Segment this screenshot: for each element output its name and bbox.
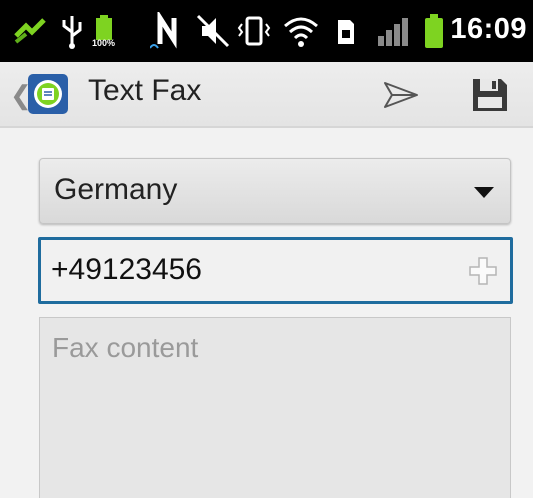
fax-app-icon[interactable] [26,72,70,116]
save-icon[interactable] [470,76,510,114]
mute-icon [196,14,230,48]
fax-content-input[interactable] [52,332,492,482]
clock: 16:09 [450,13,527,45]
sim-icon [338,20,354,44]
battery-percent-label: 100% [92,38,116,48]
dropdown-arrow-icon [474,187,494,198]
country-dropdown[interactable]: Germany [39,158,511,224]
fax-number-field-container [38,237,513,304]
nfc-icon [150,12,177,49]
action-bar: ❮ Text Fax [0,62,533,128]
country-selected-value: Germany [54,173,178,206]
status-bar: 100% 16:09 [0,0,533,62]
fax-number-input[interactable] [51,250,451,290]
page-title: Text Fax [88,74,202,107]
vibrate-icon [237,16,271,46]
wifi-icon [284,17,318,47]
battery-icon [425,14,443,48]
usb-icon [62,16,82,49]
signal-icon [378,18,408,46]
send-icon[interactable] [382,80,420,110]
add-contact-icon[interactable] [468,256,498,286]
usb-debug-icon [14,18,46,44]
fax-content-container [39,317,511,498]
